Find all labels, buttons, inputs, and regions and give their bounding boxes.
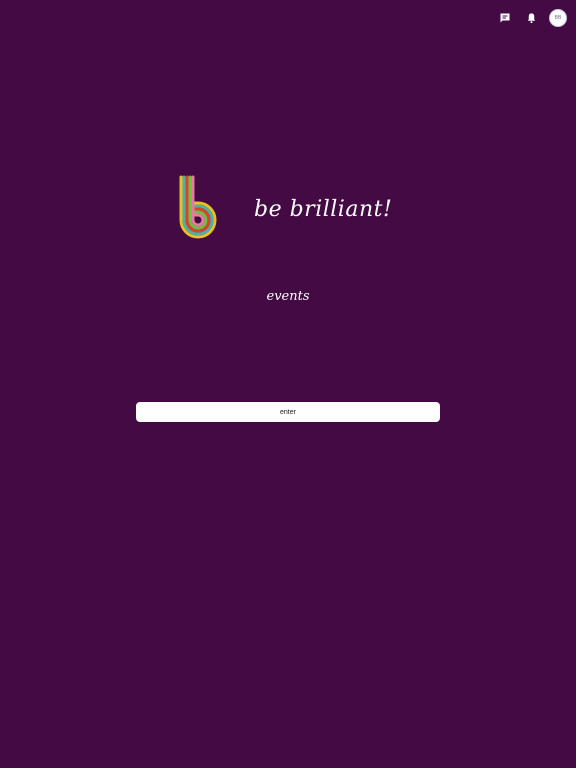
bell-icon[interactable] bbox=[523, 9, 539, 27]
chat-bubble-icon[interactable] bbox=[497, 9, 513, 27]
user-avatar[interactable]: BB bbox=[549, 9, 567, 27]
brand-logo: be brilliant! bbox=[178, 175, 392, 239]
page-subtitle: events bbox=[266, 289, 310, 304]
brand-wordmark: be brilliant! bbox=[254, 197, 393, 222]
brand-b-icon bbox=[179, 175, 217, 239]
top-bar: BB bbox=[497, 9, 567, 27]
enter-button[interactable]: enter bbox=[136, 402, 440, 422]
